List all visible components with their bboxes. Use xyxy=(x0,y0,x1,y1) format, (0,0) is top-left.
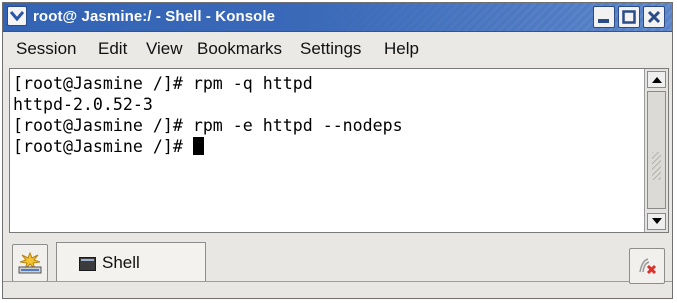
maximize-icon xyxy=(622,10,636,24)
close-session-button[interactable] xyxy=(629,248,665,284)
scroll-down-button[interactable] xyxy=(647,213,666,230)
menu-bar: Session Edit View Bookmarks Settings Hel… xyxy=(3,32,672,65)
grip-icon xyxy=(652,152,661,180)
terminal-output[interactable]: [root@Jasmine /]# rpm -q httpd httpd-2.0… xyxy=(13,73,643,228)
vertical-scrollbar[interactable] xyxy=(644,69,668,232)
menu-help[interactable]: Help xyxy=(384,39,419,59)
new-session-button[interactable] xyxy=(12,244,48,282)
close-session-icon xyxy=(639,258,657,275)
maximize-button[interactable] xyxy=(618,6,640,28)
terminal-frame: [root@Jasmine /]# rpm -q httpd httpd-2.0… xyxy=(9,68,669,233)
minimize-icon xyxy=(598,19,609,23)
menu-view[interactable]: View xyxy=(146,39,183,59)
terminal-prompt-line: [root@Jasmine /]# xyxy=(13,136,643,157)
tab-bar: Shell xyxy=(3,236,672,298)
chevron-down-icon xyxy=(10,11,24,21)
terminal-line: [root@Jasmine /]# rpm -q httpd xyxy=(13,74,313,93)
terminal-prompt: [root@Jasmine /]# xyxy=(13,137,193,156)
text-cursor xyxy=(192,137,204,155)
tab-divider xyxy=(3,281,672,282)
arrow-up-icon xyxy=(652,77,662,83)
title-bar[interactable]: root@ Jasmine:/ - Shell - Konsole xyxy=(3,3,672,32)
arrow-down-icon xyxy=(652,218,662,224)
scroll-up-button[interactable] xyxy=(647,71,666,88)
menu-bookmarks[interactable]: Bookmarks xyxy=(197,39,282,59)
menu-edit[interactable]: Edit xyxy=(98,39,127,59)
menu-settings[interactable]: Settings xyxy=(300,39,361,59)
close-button[interactable] xyxy=(643,6,665,28)
window-menu-button[interactable] xyxy=(7,6,27,26)
tab-shell[interactable]: Shell xyxy=(56,242,206,282)
menu-session[interactable]: Session xyxy=(16,39,76,59)
close-icon xyxy=(647,10,661,24)
scrollbar-thumb[interactable] xyxy=(647,91,666,209)
window-title: root@ Jasmine:/ - Shell - Konsole xyxy=(33,8,276,25)
konsole-window: root@ Jasmine:/ - Shell - Konsole Sessio… xyxy=(2,2,673,299)
minimize-button[interactable] xyxy=(593,6,615,28)
terminal-icon xyxy=(79,257,96,271)
terminal-line: httpd-2.0.52-3 xyxy=(13,95,153,114)
new-session-icon xyxy=(18,252,42,274)
terminal-line: [root@Jasmine /]# rpm -e httpd --nodeps xyxy=(13,116,403,135)
tab-label: Shell xyxy=(102,253,140,272)
